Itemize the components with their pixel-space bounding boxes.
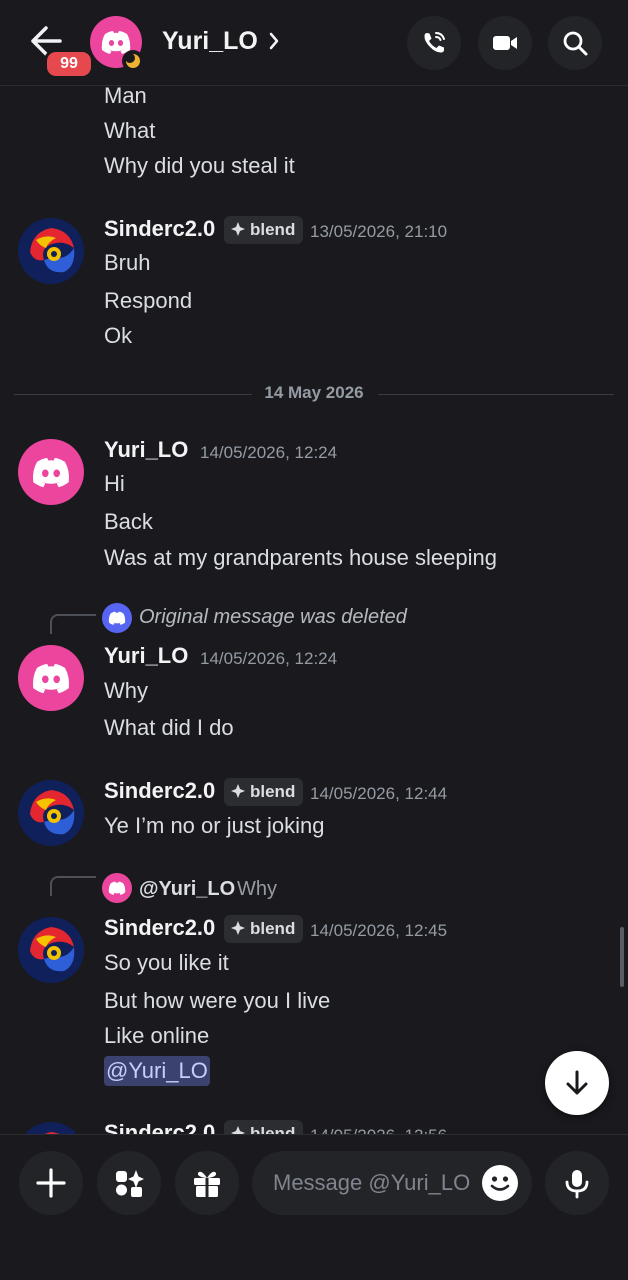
dragon-avatar-icon <box>18 218 84 284</box>
user-mention[interactable]: @Yuri_LO <box>104 1056 210 1086</box>
apps-button[interactable] <box>97 1151 161 1215</box>
discord-icon <box>32 458 70 488</box>
message-line: Why <box>104 678 148 703</box>
reply-preview[interactable]: Original message was deleted <box>139 602 407 632</box>
header-chevron[interactable] <box>266 28 282 54</box>
reply-connector <box>50 876 96 896</box>
message-line: So you like it <box>104 950 229 975</box>
chat-header: 99 Yuri_LO <box>0 0 628 86</box>
message-timestamp: 14/05/2026, 12:44 <box>310 784 448 803</box>
reply-preview[interactable]: Why <box>237 874 277 904</box>
message-timestamp: 14/05/2026, 12:24 <box>200 649 338 668</box>
reply-username[interactable]: @Yuri_LO <box>139 874 235 904</box>
video-call-button[interactable] <box>478 16 532 70</box>
search-icon <box>563 31 588 56</box>
voice-message-button[interactable] <box>545 1151 609 1215</box>
attach-button[interactable] <box>19 1151 83 1215</box>
voice-call-button[interactable] <box>407 16 461 70</box>
message-timestamp: 14/05/2026, 12:45 <box>310 921 448 940</box>
user-avatar[interactable] <box>18 917 84 983</box>
unread-badge: 99 <box>44 49 94 79</box>
user-avatar[interactable] <box>18 645 84 711</box>
microphone-icon <box>565 1170 589 1199</box>
user-tag[interactable]: blend <box>224 1120 304 1134</box>
reply-avatar <box>102 873 132 903</box>
chevron-right-icon <box>269 32 279 50</box>
blend-tag-icon <box>231 921 245 935</box>
user-tag[interactable]: blend <box>224 216 304 244</box>
message-author[interactable]: Yuri_LO <box>104 641 188 671</box>
reply-connector <box>50 614 96 634</box>
voice-call-icon <box>424 32 445 53</box>
message-author[interactable]: Sinderc2.0 <box>104 214 215 244</box>
message-author[interactable]: Sinderc2.0 <box>104 776 215 806</box>
user-tag-label: blend <box>250 919 296 938</box>
message-timestamp: 14/05/2026, 12:24 <box>200 443 338 462</box>
message-line: Respond <box>104 288 193 313</box>
message-line: Ok <box>104 323 133 348</box>
dragon-avatar-icon <box>18 917 84 983</box>
message-timestamp: 13/05/2026, 21:10 <box>310 222 448 241</box>
discord-icon <box>108 881 126 895</box>
message-line: Hi <box>104 471 125 496</box>
message-line: What <box>104 118 156 143</box>
search-button[interactable] <box>548 16 602 70</box>
scrollbar[interactable] <box>620 927 624 987</box>
user-avatar[interactable] <box>18 218 84 284</box>
plus-icon <box>36 1168 66 1198</box>
emoji-button[interactable] <box>482 1165 518 1201</box>
user-tag[interactable]: blend <box>224 915 304 943</box>
message-line: Back <box>104 509 153 534</box>
blend-tag-icon <box>231 784 245 798</box>
user-tag-label: blend <box>250 782 296 801</box>
message-timestamp: 14/05/2026, 12:56 <box>310 1121 447 1134</box>
user-tag[interactable]: blend <box>224 778 304 806</box>
user-tag-label: blend <box>250 220 296 239</box>
discord-icon <box>108 611 126 625</box>
apps-icon <box>116 1170 144 1197</box>
user-tag-label: blend <box>250 1124 296 1134</box>
date-divider: 14 May 2026 <box>264 383 364 402</box>
message-author[interactable]: Sinderc2.0 <box>104 1118 215 1134</box>
message-line: Why did you steal it <box>104 153 295 178</box>
discord-icon <box>32 664 70 694</box>
moon-status-icon <box>125 53 140 68</box>
video-call-icon <box>493 36 517 50</box>
dragon-avatar-icon <box>25 1122 77 1134</box>
user-avatar[interactable] <box>18 439 84 505</box>
message-line: Like online <box>104 1023 210 1048</box>
user-avatar[interactable] <box>18 1122 84 1134</box>
composer-bar: Message @Yuri_LO <box>0 1134 628 1280</box>
message-author[interactable]: Sinderc2.0 <box>104 913 215 943</box>
arrow-down-icon <box>566 1070 588 1095</box>
jump-to-bottom-button[interactable] <box>545 1051 609 1115</box>
message-line: Bruh <box>104 250 151 275</box>
reply-avatar <box>102 603 132 633</box>
message-line: Was at my grandparents house sleeping <box>104 545 497 570</box>
blend-tag-icon <box>231 1126 245 1134</box>
user-avatar[interactable] <box>18 780 84 846</box>
blend-tag-icon <box>231 222 245 236</box>
message-author[interactable]: Yuri_LO <box>104 435 188 465</box>
gift-icon <box>194 1171 220 1197</box>
message-line: Man <box>104 87 147 108</box>
emoji-icon <box>490 1176 510 1191</box>
status-indicator <box>122 50 144 72</box>
gift-button[interactable] <box>175 1151 239 1215</box>
message-line: Ye I’m no or just joking <box>104 813 325 838</box>
message-line: What did I do <box>104 715 234 740</box>
header-title[interactable]: Yuri_LO <box>162 24 258 58</box>
message-line: But how were you I live <box>104 988 331 1013</box>
message-list[interactable]: Man What Why did you steal it Sinderc2.0… <box>0 87 628 1134</box>
dragon-avatar-icon <box>18 780 84 846</box>
